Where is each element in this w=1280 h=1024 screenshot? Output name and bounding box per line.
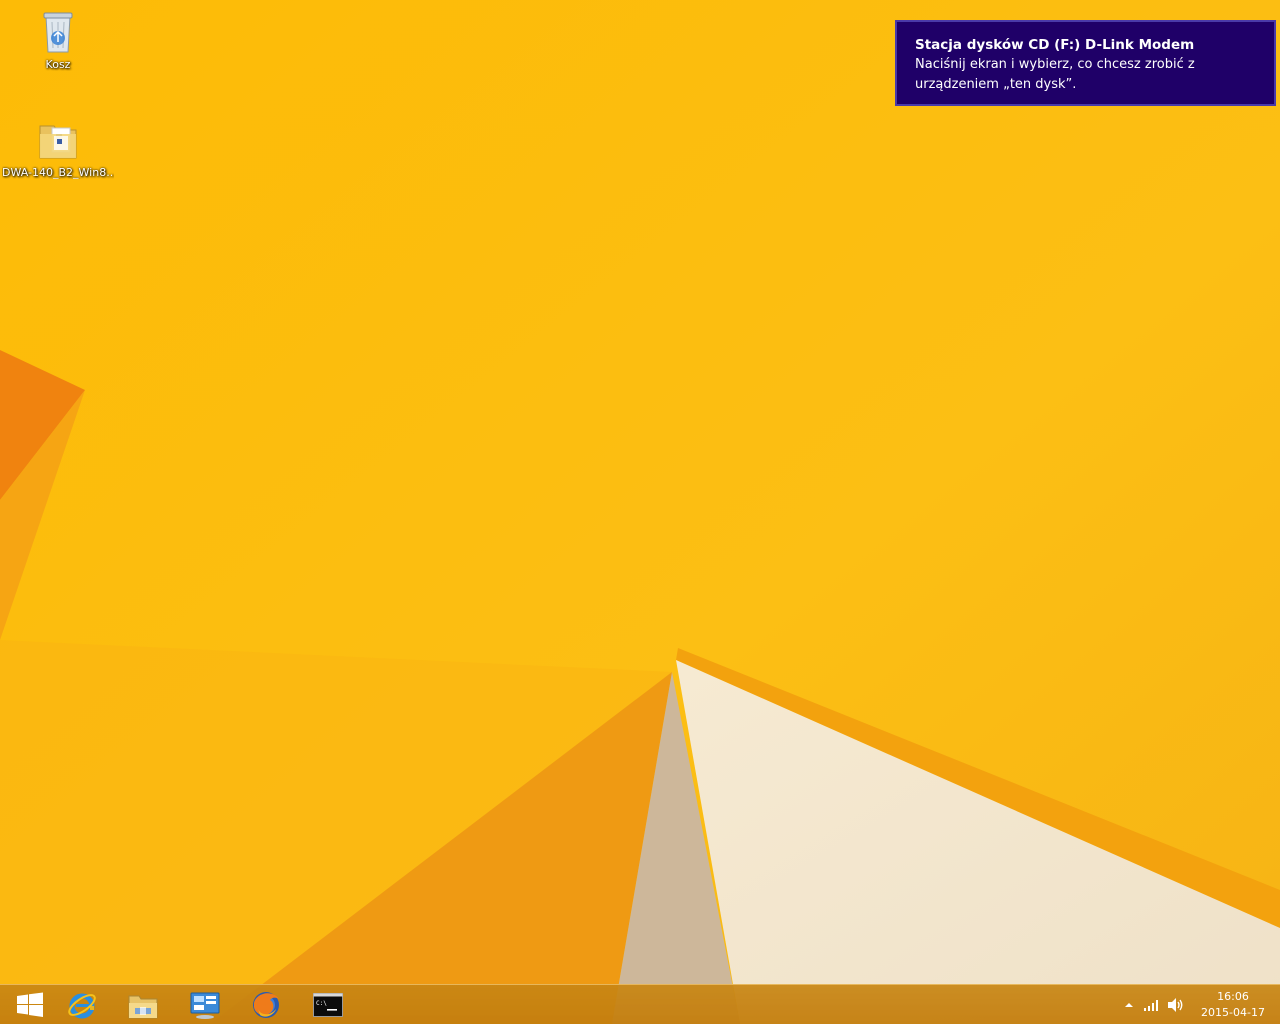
show-hidden-icons-chevron-icon — [1125, 1003, 1133, 1007]
taskbar-firefox[interactable] — [236, 986, 296, 1024]
network-tray-button[interactable] — [1142, 995, 1162, 1015]
desktop-icon-driver-folder[interactable]: DWA-140_B2_Win8... — [2, 116, 114, 179]
start-windows-icon — [17, 992, 43, 1017]
notification-body: Naciśnij ekran i wybierz, co chcesz zrob… — [915, 57, 1195, 92]
taskbar-clock[interactable]: 16:06 2015-04-17 — [1196, 989, 1270, 1021]
svg-text:C:\: C:\ — [316, 1000, 327, 1007]
autoplay-notification[interactable]: Stacja dysków CD (F:) D-Link Modem Naciś… — [895, 20, 1276, 106]
recycle-bin-icon — [43, 12, 73, 53]
taskbar-control-panel[interactable] — [175, 986, 235, 1024]
taskbar-command-prompt[interactable]: C:\ — [298, 986, 358, 1024]
taskbar: C:\ 16:06 2015-04-17 — [0, 984, 1280, 1024]
desktop-icon-label: DWA-140_B2_Win8... — [2, 166, 114, 179]
firefox-icon — [253, 992, 279, 1018]
desktop-icon-recycle-bin[interactable]: Kosz — [2, 8, 114, 71]
clock-date: 2015-04-17 — [1201, 1006, 1265, 1019]
command-prompt-icon: C:\ — [313, 993, 343, 1017]
network-signal-icon — [1144, 1000, 1158, 1011]
file-explorer-icon — [128, 995, 158, 1019]
taskbar-file-explorer[interactable] — [113, 986, 173, 1024]
notification-title: Stacja dysków CD (F:) D-Link Modem — [915, 37, 1195, 53]
taskbar-internet-explorer[interactable] — [52, 986, 112, 1024]
wallpaper — [0, 0, 1280, 1024]
folder-icon — [39, 125, 77, 159]
volume-icon — [1168, 998, 1183, 1012]
desktop: Kosz DWA-140_B2_Win8... Stacja dysków CD… — [0, 0, 1280, 1024]
control-panel-icon — [190, 992, 220, 1019]
internet-explorer-icon — [68, 993, 96, 1019]
volume-tray-button[interactable] — [1166, 995, 1186, 1015]
show-hidden-icons-button[interactable] — [1119, 995, 1139, 1015]
start-button[interactable] — [0, 986, 60, 1024]
desktop-icon-label: Kosz — [45, 58, 71, 71]
clock-time: 16:06 — [1217, 990, 1249, 1003]
